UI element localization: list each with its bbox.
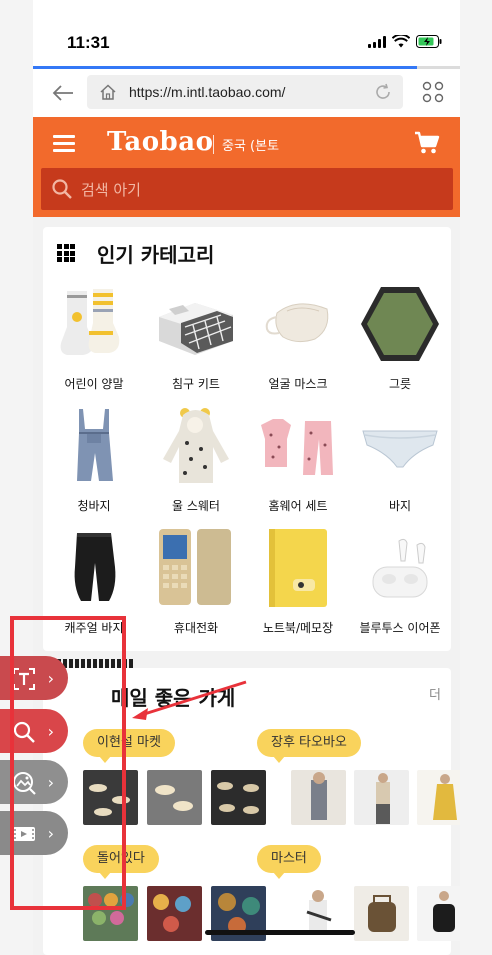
battery-icon — [416, 35, 442, 48]
pants-image — [74, 533, 116, 601]
category-item[interactable]: 바지 — [349, 405, 451, 523]
category-label[interactable]: 침구 키트 — [172, 375, 220, 392]
status-icons — [368, 35, 442, 48]
search-placeholder: 검색 아기 — [81, 181, 141, 199]
address-bar[interactable]: https://m.intl.taobao.com/ — [87, 75, 403, 109]
bowl-image — [361, 287, 439, 361]
pajama-image — [261, 419, 333, 475]
bedding-image — [159, 303, 233, 355]
cart-icon[interactable] — [414, 131, 440, 155]
annotation-arrow — [132, 680, 247, 720]
store-product-thumbnail[interactable] — [291, 770, 346, 825]
home-icon[interactable] — [99, 83, 117, 101]
store-product-thumbnail[interactable] — [147, 770, 202, 825]
overalls-image — [77, 409, 113, 481]
wifi-icon — [392, 35, 410, 48]
sweater-image — [163, 408, 229, 483]
search-icon — [52, 179, 72, 199]
category-label[interactable]: 블루투스 이어폰 — [359, 619, 440, 636]
category-item[interactable]: 그릇 — [349, 283, 451, 401]
category-item[interactable]: 휴대전화 — [145, 527, 247, 645]
socks-image — [60, 289, 120, 355]
category-label[interactable]: 그릇 — [389, 375, 411, 392]
site-header: Taobao 중국 (본토 검색 아기 — [33, 117, 460, 217]
store-product-thumbnail[interactable] — [147, 886, 202, 941]
underwear-image — [362, 430, 438, 468]
store-product-thumbnail[interactable] — [354, 886, 409, 941]
home-indicator — [205, 930, 355, 935]
category-label[interactable]: 울 스웨터 — [172, 497, 220, 514]
category-item[interactable]: 블루투스 이어폰 — [349, 527, 451, 645]
popular-categories-header: 인기 카테고리 — [57, 239, 214, 267]
status-bar: 11:31 — [33, 0, 460, 66]
face-mask-image — [265, 303, 329, 343]
category-label[interactable]: 청바지 — [77, 497, 110, 514]
brand-logo[interactable]: Taobao — [107, 127, 213, 157]
category-item[interactable]: 어린이 양말 — [43, 283, 145, 401]
highlight-box — [10, 616, 126, 910]
category-label[interactable]: 홈웨어 세트 — [268, 497, 327, 514]
earbuds-image — [372, 538, 428, 598]
more-link[interactable]: 더 — [429, 684, 441, 703]
category-label[interactable]: 노트북/메모장 — [263, 619, 333, 636]
category-item[interactable]: 청바지 — [43, 405, 145, 523]
popular-categories-card: 인기 카테고리 어린이 양말 침구 키트 얼굴 마스크 그릇 청바지 울 스웨터… — [43, 227, 451, 757]
store-tag[interactable]: 장후 타오바오 — [257, 729, 361, 763]
store-product-thumbnail[interactable] — [417, 886, 460, 941]
store-product-thumbnail[interactable] — [417, 770, 460, 825]
category-label[interactable]: 휴대전화 — [174, 619, 218, 636]
category-item[interactable]: 노트북/메모장 — [247, 527, 349, 645]
category-label[interactable]: 바지 — [389, 497, 411, 514]
category-item[interactable]: 침구 키트 — [145, 283, 247, 401]
apps-grid-icon[interactable] — [422, 81, 444, 103]
notebook-image — [269, 529, 327, 607]
hamburger-menu-icon[interactable] — [53, 135, 75, 153]
category-item[interactable]: 얼굴 마스크 — [247, 283, 349, 401]
back-arrow-icon[interactable] — [51, 81, 75, 105]
category-label[interactable]: 얼굴 마스크 — [268, 375, 327, 392]
category-item[interactable]: 홈웨어 세트 — [247, 405, 349, 523]
url-text[interactable]: https://m.intl.taobao.com/ — [129, 84, 285, 100]
reload-icon[interactable] — [373, 82, 393, 102]
phone-image — [159, 529, 231, 605]
screen: 11:31 https://m.intl.taobao.com/ Taobao … — [0, 0, 492, 955]
popular-categories-title: 인기 카테고리 — [97, 242, 215, 267]
category-grid-icon — [57, 244, 75, 262]
store-tag[interactable]: 마스터 — [257, 845, 321, 879]
status-time: 11:31 — [67, 33, 110, 52]
store-product-thumbnail[interactable] — [354, 770, 409, 825]
search-input[interactable]: 검색 아기 — [41, 168, 453, 210]
store-product-thumbnail[interactable] — [211, 770, 266, 825]
region-selector[interactable]: 중국 (본토 — [213, 135, 279, 154]
browser-toolbar: https://m.intl.taobao.com/ — [33, 69, 460, 117]
category-label[interactable]: 어린이 양말 — [64, 375, 123, 392]
signal-icon — [368, 35, 386, 48]
category-item[interactable]: 울 스웨터 — [145, 405, 247, 523]
